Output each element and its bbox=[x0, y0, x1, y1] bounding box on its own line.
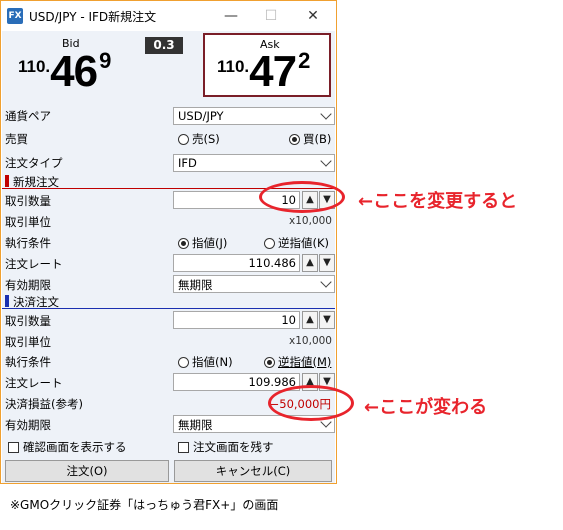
app-icon: FX bbox=[7, 8, 23, 24]
sell-radio[interactable]: 売(S) bbox=[178, 131, 220, 147]
chevron-down-icon bbox=[320, 108, 332, 120]
ask-price-main: 47 bbox=[249, 47, 297, 96]
ask-price-box[interactable]: Ask 110.472 bbox=[203, 33, 331, 97]
section-marker bbox=[5, 295, 9, 307]
section-marker bbox=[5, 175, 9, 187]
confirm-screen-label: 確認画面を表示する bbox=[23, 440, 127, 454]
ask-price-prefix: 110. bbox=[217, 57, 250, 76]
settle-pl-label: 決済損益(参考) bbox=[5, 397, 83, 411]
cancel-button[interactable]: キャンセル(C) bbox=[174, 460, 332, 482]
order-type-select[interactable]: IFD bbox=[173, 154, 335, 172]
close-button[interactable]: ✕ bbox=[293, 5, 333, 27]
settle-unit-value: x10,000 bbox=[289, 335, 332, 347]
pair-select[interactable]: USD/JPY bbox=[173, 107, 335, 125]
settle-qty-input[interactable]: 10 bbox=[173, 311, 300, 329]
settle-rate-label: 注文レート bbox=[5, 376, 63, 390]
buy-radio-label: 買(B) bbox=[303, 132, 332, 146]
highlight-ellipse-pl bbox=[268, 385, 354, 421]
settle-unit-label: 取引単位 bbox=[5, 335, 51, 349]
annotation-changes-here: ←ここが変わる bbox=[364, 397, 488, 418]
settle-exec-label: 執行条件 bbox=[5, 355, 51, 369]
checkbox-icon bbox=[8, 442, 19, 453]
new-limit-label: 指値(J) bbox=[192, 236, 228, 250]
radio-icon bbox=[178, 357, 189, 368]
new-limit-radio[interactable]: 指値(J) bbox=[178, 235, 227, 251]
ask-price: 110.472 bbox=[217, 47, 310, 97]
new-rate-label: 注文レート bbox=[5, 257, 63, 271]
checkbox-icon bbox=[178, 442, 189, 453]
chevron-down-icon bbox=[320, 155, 332, 167]
ask-price-pip: 2 bbox=[298, 48, 311, 73]
bid-price[interactable]: 110.469 bbox=[18, 47, 111, 97]
new-rate-up-button[interactable]: ▲ bbox=[302, 254, 318, 272]
radio-selected-icon bbox=[289, 134, 300, 145]
new-stop-radio[interactable]: 逆指値(K) bbox=[264, 235, 329, 251]
pair-label: 通貨ペア bbox=[5, 109, 51, 123]
new-rate-value: 110.486 bbox=[248, 256, 296, 270]
pair-select-value: USD/JPY bbox=[178, 109, 224, 123]
settle-expiry-label: 有効期限 bbox=[5, 418, 51, 432]
new-stop-label: 逆指値(K) bbox=[278, 236, 330, 250]
highlight-ellipse-quantity bbox=[259, 181, 345, 213]
keep-window-label: 注文画面を残す bbox=[193, 440, 274, 454]
window-title: USD/JPY - IFD新規注文 bbox=[29, 10, 157, 24]
settle-expiry-value: 無期限 bbox=[178, 418, 213, 432]
maximize-button[interactable]: ☐ bbox=[251, 5, 291, 27]
sell-radio-label: 売(S) bbox=[192, 132, 220, 146]
new-rate-down-button[interactable]: ▼ bbox=[319, 254, 335, 272]
settle-limit-label: 指値(N) bbox=[192, 355, 233, 369]
settle-order-section-header: 決済注文 bbox=[2, 293, 335, 309]
settle-stop-radio[interactable]: 逆指値(M) bbox=[264, 354, 331, 370]
new-exec-label: 執行条件 bbox=[5, 236, 51, 250]
bid-price-main: 46 bbox=[50, 47, 98, 96]
order-button[interactable]: 注文(O) bbox=[5, 460, 169, 482]
radio-icon bbox=[264, 238, 275, 249]
order-type-value: IFD bbox=[178, 156, 197, 170]
new-unit-label: 取引単位 bbox=[5, 215, 51, 229]
settle-qty-down-button[interactable]: ▼ bbox=[319, 311, 335, 329]
radio-icon bbox=[178, 134, 189, 145]
settle-stop-label: 逆指値(M) bbox=[278, 355, 332, 369]
new-unit-value: x10,000 bbox=[289, 215, 332, 227]
order-type-label: 注文タイプ bbox=[5, 156, 63, 170]
new-expiry-label: 有効期限 bbox=[5, 278, 51, 292]
settle-rate-input[interactable]: 109.986 bbox=[173, 373, 300, 391]
title-bar[interactable]: FX USD/JPY - IFD新規注文 — ☐ ✕ bbox=[1, 1, 336, 31]
confirm-screen-checkbox[interactable]: 確認画面を表示する bbox=[8, 439, 127, 455]
side-label: 売買 bbox=[5, 132, 28, 146]
radio-selected-icon bbox=[178, 238, 189, 249]
settle-limit-radio[interactable]: 指値(N) bbox=[178, 354, 233, 370]
screen-caption: ※GMOクリック証券「はっちゅう君FX+」の画面 bbox=[10, 498, 279, 512]
new-expiry-select[interactable]: 無期限 bbox=[173, 275, 335, 293]
settle-qty-label: 取引数量 bbox=[5, 314, 51, 328]
new-expiry-value: 無期限 bbox=[178, 278, 213, 292]
chevron-down-icon bbox=[320, 276, 332, 288]
minimize-button[interactable]: — bbox=[211, 5, 251, 27]
bid-price-prefix: 110. bbox=[18, 57, 51, 76]
bid-price-pip: 9 bbox=[99, 48, 112, 73]
settle-qty-up-button[interactable]: ▲ bbox=[302, 311, 318, 329]
keep-window-checkbox[interactable]: 注文画面を残す bbox=[178, 439, 274, 455]
section-divider bbox=[2, 308, 335, 309]
new-qty-label: 取引数量 bbox=[5, 194, 51, 208]
buy-radio[interactable]: 買(B) bbox=[289, 131, 331, 147]
spread-badge: 0.3 bbox=[145, 37, 183, 54]
settle-qty-value: 10 bbox=[281, 313, 296, 327]
annotation-change-here: ←ここを変更すると bbox=[358, 191, 518, 212]
radio-selected-icon bbox=[264, 357, 275, 368]
new-rate-input[interactable]: 110.486 bbox=[173, 254, 300, 272]
